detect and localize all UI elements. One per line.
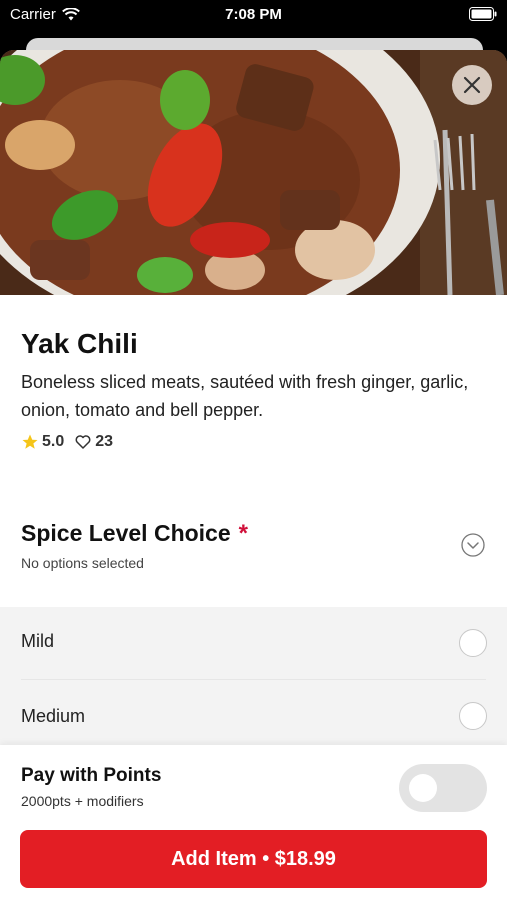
status-time: 7:08 PM	[225, 6, 282, 23]
spice-options-list: Mild Medium	[0, 607, 507, 752]
item-detail-sheet: Yak Chili Boneless sliced meats, sautéed…	[0, 50, 507, 900]
spice-section-subtitle: No options selected	[21, 555, 144, 571]
food-photo	[0, 50, 507, 295]
points-toggle[interactable]	[399, 764, 487, 812]
required-marker: *	[238, 520, 248, 547]
spice-section-title: Spice Level Choice	[21, 520, 231, 546]
chevron-down-icon[interactable]	[461, 533, 485, 557]
spice-section-header[interactable]: Spice Level Choice *	[21, 520, 248, 548]
item-stats: 5.0 23	[21, 433, 113, 451]
radio-button[interactable]	[459, 629, 487, 657]
checkout-footer: Pay with Points 2000pts + modifiers Add …	[0, 745, 507, 900]
toggle-knob	[409, 774, 437, 802]
likes-count: 23	[95, 433, 114, 450]
option-medium[interactable]: Medium	[0, 680, 507, 752]
rating-value: 5.0	[42, 433, 65, 450]
star-icon	[21, 433, 39, 451]
option-mild[interactable]: Mild	[0, 607, 507, 680]
pay-with-points-label: Pay with Points	[21, 765, 162, 786]
close-icon	[463, 76, 481, 94]
food-image-icon	[0, 50, 507, 295]
option-label: Medium	[21, 706, 86, 726]
item-description: Boneless sliced meats, sautéed with fres…	[21, 372, 469, 420]
item-title: Yak Chili	[21, 328, 138, 359]
close-button[interactable]	[452, 65, 492, 105]
battery-icon	[469, 7, 497, 21]
option-label: Mild	[21, 631, 55, 651]
radio-button[interactable]	[459, 702, 487, 730]
points-subtitle: 2000pts + modifiers	[21, 793, 144, 809]
heart-icon[interactable]	[74, 433, 92, 451]
status-bar: Carrier 7:08 PM	[0, 0, 507, 30]
add-item-button[interactable]: Add Item • $18.99	[20, 830, 487, 888]
